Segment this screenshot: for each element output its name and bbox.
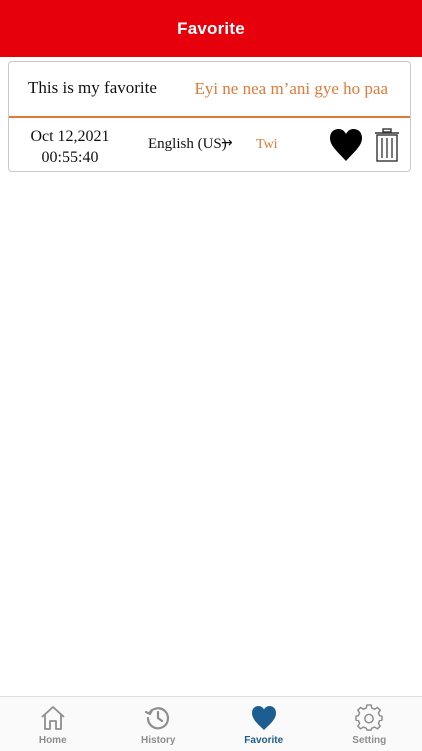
time-text: 00:55:40 (19, 147, 121, 168)
trash-icon (373, 128, 401, 162)
history-icon (144, 704, 172, 732)
home-icon (39, 704, 67, 732)
tab-home-label: Home (39, 735, 67, 746)
gear-icon (355, 704, 383, 732)
translated-text: Eyi ne nea m’ani gye ho paa (194, 79, 388, 99)
tab-history[interactable]: History (106, 697, 212, 751)
delete-button[interactable] (373, 128, 401, 162)
target-language: Twi (256, 137, 278, 153)
tab-setting[interactable]: Setting (317, 697, 422, 751)
page-title: Favorite (177, 19, 245, 39)
heart-icon (250, 704, 278, 732)
heart-filled-icon (329, 128, 363, 162)
favorite-card[interactable]: This is my favorite Eyi ne nea m’ani gye… (8, 61, 411, 172)
date-text: Oct 12,2021 (19, 126, 121, 147)
unfavorite-button[interactable] (329, 128, 363, 162)
tab-bar: Home History Favorite Setting (0, 696, 422, 751)
tab-favorite[interactable]: Favorite (211, 697, 317, 751)
tab-home[interactable]: Home (0, 697, 106, 751)
timestamp: Oct 12,2021 00:55:40 (19, 126, 121, 168)
tab-favorite-label: Favorite (244, 735, 283, 746)
app-header: Favorite (0, 0, 422, 57)
source-language: English (US) (148, 136, 227, 153)
card-divider (9, 116, 410, 118)
arrow-right-icon: → (221, 135, 233, 151)
tab-setting-label: Setting (352, 735, 386, 746)
source-text: This is my favorite (28, 78, 157, 98)
tab-history-label: History (141, 735, 175, 746)
